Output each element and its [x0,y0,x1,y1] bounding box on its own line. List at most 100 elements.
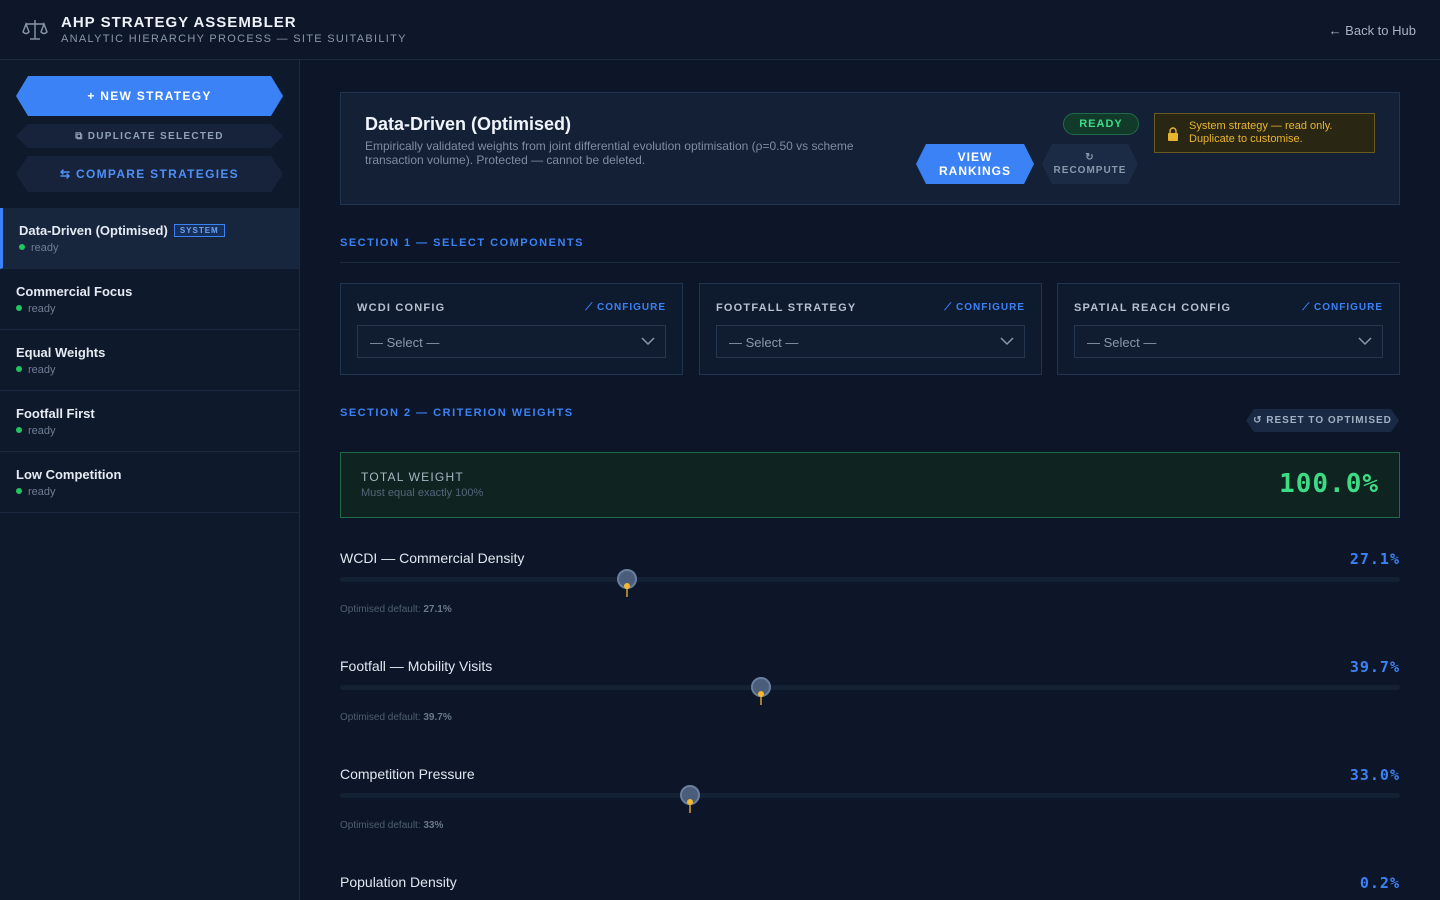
status-text: ready [28,303,56,315]
configure-link[interactable]: ⟋ CONFIGURE [1302,302,1383,313]
chevron-down-icon [1000,337,1014,346]
wcdi-config-select[interactable]: — Select — [357,325,666,358]
new-strategy-button[interactable]: + NEW STRATEGY [16,76,283,116]
criterion-label: Competition Pressure [340,766,475,782]
strategy-status: ready [16,303,56,315]
component-label: FOOTFALL STRATEGY [716,302,857,314]
select-value: — Select — [370,335,440,350]
configure-link[interactable]: ⟋ CONFIGURE [944,302,1025,313]
back-to-hub-link[interactable]: ← Back to Hub [1329,23,1416,38]
status-text: ready [28,486,56,498]
default-marker-icon [686,799,693,813]
section-1-title: SECTION 1 — SELECT COMPONENTS [340,237,584,249]
view-rankings-label-2: RANKINGS [938,164,1011,178]
optimised-default: Optimised default: 27.1% [340,604,452,615]
default-prefix: Optimised default: [340,820,424,831]
criterion-wcdi: WCDI — Commercial Density 27.1% Optimise… [340,550,1400,650]
strategy-status: ready [16,364,56,376]
criterion-value: 39.7% [1349,658,1400,676]
read-only-line-2: Duplicate to customise. [1189,133,1303,145]
optimised-default: Optimised default: 33% [340,820,443,831]
chevron-down-icon [1358,337,1372,346]
strategy-title: Data-Driven (Optimised) [365,114,572,134]
footfall-strategy-select[interactable]: — Select — [716,325,1025,358]
chevron-down-icon [641,337,655,346]
system-badge: SYSTEM [173,224,225,237]
default-marker-icon [757,691,764,705]
read-only-notice: System strategy — read only. Duplicate t… [1154,113,1375,153]
scales-icon [22,20,48,40]
strategy-status: ready [19,242,59,254]
wcdi-config-card: WCDI CONFIG ⟋ CONFIGURE — Select — [340,283,683,375]
view-rankings-button[interactable]: VIEW RANKINGS [916,144,1034,184]
default-value: 33% [423,820,444,831]
total-weight-hint: Must equal exactly 100% [361,487,484,499]
sidebar: + NEW STRATEGY ⧉ DUPLICATE SELECTED ⇆ CO… [0,60,300,900]
criterion-population: Population Density 0.2% [340,874,1400,900]
status-dot [16,366,22,372]
footfall-strategy-card: FOOTFALL STRATEGY ⟋ CONFIGURE — Select — [699,283,1042,375]
strategy-name: Low Competition [16,467,122,482]
criterion-label: Population Density [340,874,457,890]
section-2-title: SECTION 2 — CRITERION WEIGHTS [340,407,574,419]
component-label: SPATIAL REACH CONFIG [1074,302,1232,314]
app-header: AHP STRATEGY ASSEMBLER ANALYTIC HIERARCH… [0,0,1440,60]
section-divider [340,262,1400,263]
refresh-icon: ↻ [1085,152,1095,163]
strategy-status: ready [16,425,56,437]
default-value: 39.7% [423,712,452,723]
strategy-item-footfall-first[interactable]: Footfall First ready [0,391,299,452]
strategy-name: Commercial Focus [16,284,133,299]
default-prefix: Optimised default: [340,604,424,615]
read-only-line-1: System strategy — read only. [1189,120,1333,132]
weight-slider-track[interactable] [340,685,1400,690]
app-subtitle: ANALYTIC HIERARCHY PROCESS — SITE SUITAB… [61,33,407,45]
status-dot [16,427,22,433]
strategy-description: Empirically validated weights from joint… [365,139,854,167]
strategy-item-data-driven[interactable]: Data-Driven (Optimised) SYSTEM ready [0,208,299,269]
component-label: WCDI CONFIG [357,302,446,314]
criterion-value: 33.0% [1349,766,1400,784]
app-title: AHP STRATEGY ASSEMBLER [61,14,297,31]
select-value: — Select — [729,335,799,350]
strategy-item-commercial-focus[interactable]: Commercial Focus ready [0,269,299,330]
duplicate-selected-button[interactable]: ⧉ DUPLICATE SELECTED [16,124,283,148]
status-badge: READY [1063,113,1139,135]
weight-slider-track[interactable] [340,577,1400,582]
strategy-list: Data-Driven (Optimised) SYSTEM ready Comm… [0,208,299,513]
spatial-reach-config-card: SPATIAL REACH CONFIG ⟋ CONFIGURE — Selec… [1057,283,1400,375]
reset-to-optimised-button[interactable]: ↺ RESET TO OPTIMISED [1246,409,1399,432]
strategy-header-card: Data-Driven (Optimised) Empirically vali… [340,92,1400,205]
strategy-item-low-competition[interactable]: Low Competition ready [0,452,299,513]
weight-slider-track[interactable] [340,793,1400,798]
criterion-label: Footfall — Mobility Visits [340,658,493,674]
total-weight-panel: TOTAL WEIGHT Must equal exactly 100% 100… [340,452,1400,518]
criterion-value: 0.2% [1359,874,1400,892]
main-content: Data-Driven (Optimised) Empirically vali… [300,60,1440,900]
default-marker-icon [624,583,631,597]
recompute-label: RECOMPUTE [1053,165,1127,176]
lock-icon [1168,127,1178,141]
strategy-name: Footfall First [16,406,95,421]
default-value: 27.1% [423,604,452,615]
status-text: ready [31,242,59,254]
status-text: ready [28,425,56,437]
strategy-status: ready [16,486,56,498]
default-prefix: Optimised default: [340,712,424,723]
optimised-default: Optimised default: 39.7% [340,712,452,723]
total-weight-label: TOTAL WEIGHT [361,470,464,484]
configure-link[interactable]: ⟋ CONFIGURE [585,302,666,313]
select-value: — Select — [1087,335,1157,350]
criterion-label: WCDI — Commercial Density [340,550,525,566]
view-rankings-label-1: VIEW [957,150,993,164]
status-dot [16,488,22,494]
recompute-button[interactable]: ↻ RECOMPUTE [1042,144,1138,184]
status-text: ready [28,364,56,376]
strategy-item-equal-weights[interactable]: Equal Weights ready [0,330,299,391]
compare-strategies-button[interactable]: ⇆ COMPARE STRATEGIES [16,156,283,192]
strategy-name: Equal Weights [16,345,106,360]
criterion-footfall: Footfall — Mobility Visits 39.7% Optimis… [340,658,1400,758]
spatial-reach-config-select[interactable]: — Select — [1074,325,1383,358]
criterion-value: 27.1% [1349,550,1400,568]
criterion-competition: Competition Pressure 33.0% Optimised def… [340,766,1400,866]
